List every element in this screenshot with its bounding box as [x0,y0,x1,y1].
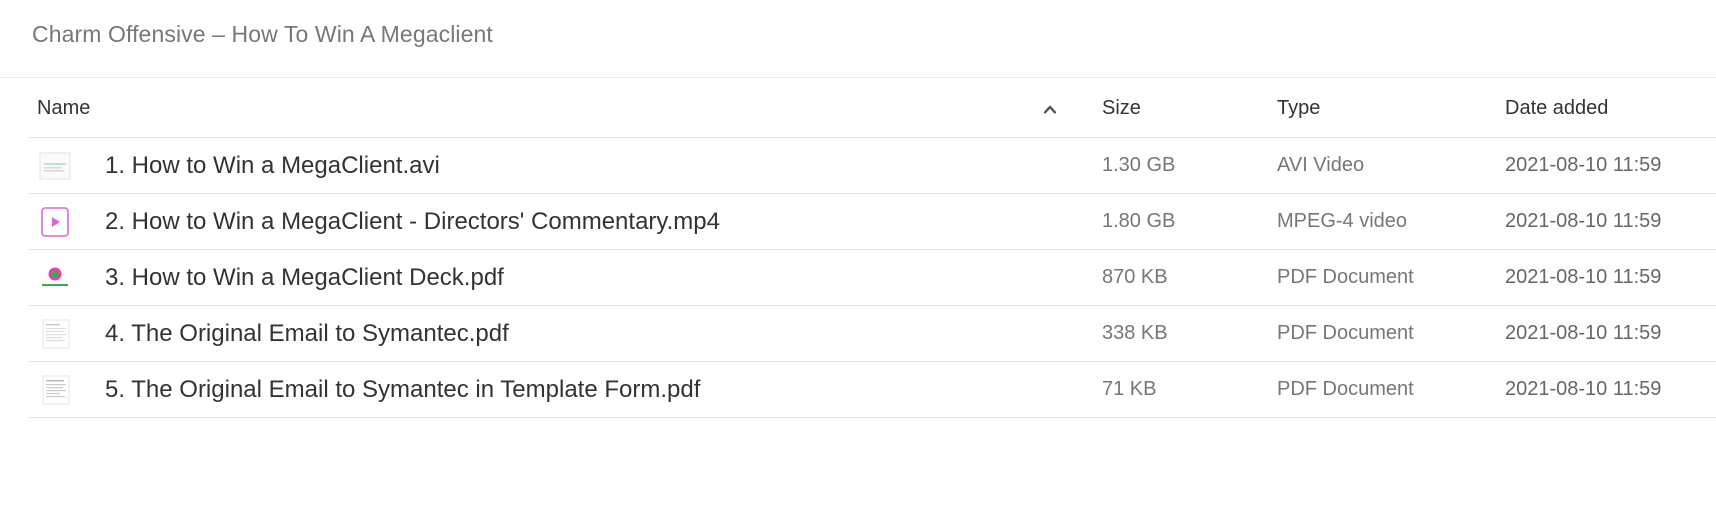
table-row[interactable]: 3. How to Win a MegaClient Deck.pdf 870 … [28,250,1716,306]
file-type: PDF Document [1277,322,1414,344]
table-header: Name Size Type Date added [28,79,1716,138]
file-name[interactable]: 2. How to Win a MegaClient - Directors' … [105,208,720,236]
file-size: 1.30 GB [1102,154,1176,176]
table-row[interactable]: 1. How to Win a MegaClient.avi 1.30 GB A… [28,138,1716,194]
file-size: 1.80 GB [1102,210,1176,232]
file-size: 71 KB [1102,378,1157,400]
play-video-icon [39,206,71,237]
column-header-size[interactable]: Size [1102,97,1277,120]
file-size: 338 KB [1102,322,1168,344]
column-header-type[interactable]: Type [1277,97,1505,120]
title-bar: Charm Offensive – How To Win A Megaclien… [0,0,1716,78]
file-date-added: 2021-08-10 11:59 [1505,210,1662,232]
file-type: AVI Video [1277,154,1365,176]
table-row[interactable]: 2. How to Win a MegaClient - Directors' … [28,194,1716,250]
file-name[interactable]: 4. The Original Email to Symantec.pdf [105,320,509,348]
file-name[interactable]: 1. How to Win a MegaClient.avi [105,152,440,180]
video-thumbnail-icon [39,151,71,181]
column-header-name-label: Name [37,96,91,119]
table-row[interactable]: 5. The Original Email to Symantec in Tem… [28,362,1716,418]
file-name[interactable]: 3. How to Win a MegaClient Deck.pdf [105,264,504,292]
pdf-document-thumbnail-icon [39,375,71,405]
pdf-document-thumbnail-icon [39,319,71,349]
column-header-date-added[interactable]: Date added [1505,97,1716,120]
file-date-added: 2021-08-10 11:59 [1505,154,1662,176]
file-type: PDF Document [1277,266,1414,288]
file-date-added: 2021-08-10 11:59 [1505,378,1662,400]
file-size: 870 KB [1102,266,1168,288]
file-name[interactable]: 5. The Original Email to Symantec in Tem… [105,376,700,404]
column-header-name[interactable]: Name [28,97,1102,120]
sort-ascending-icon[interactable] [1043,102,1057,116]
file-type: PDF Document [1277,378,1414,400]
file-date-added: 2021-08-10 11:59 [1505,322,1662,344]
file-type: MPEG-4 video [1277,210,1408,232]
file-date-added: 2021-08-10 11:59 [1505,266,1662,288]
table-row[interactable]: 4. The Original Email to Symantec.pdf 33… [28,306,1716,362]
pdf-deck-thumbnail-icon [39,263,71,293]
page-title: Charm Offensive – How To Win A Megaclien… [32,21,493,47]
file-table: Name Size Type Date added 1. How to Win … [28,79,1716,418]
